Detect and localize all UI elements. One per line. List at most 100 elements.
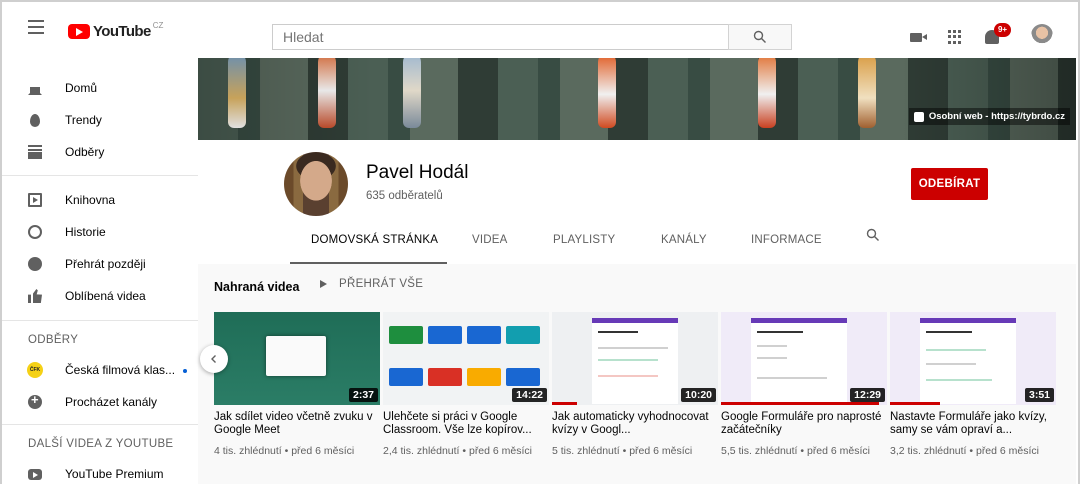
tab-about[interactable]: INFORMACE bbox=[751, 234, 822, 264]
sidebar-item-label: Česká filmová klas... bbox=[65, 363, 188, 377]
sidebar-item-label: Knihovna bbox=[65, 193, 116, 207]
thumbnail-art bbox=[757, 377, 827, 379]
tab-home[interactable]: DOMOVSKÁ STRÁNKA bbox=[311, 234, 438, 264]
video-duration: 14:22 bbox=[512, 388, 547, 402]
user-avatar[interactable] bbox=[1031, 24, 1053, 46]
sidebar-item-browse-channels[interactable]: Procházet kanály bbox=[2, 386, 198, 418]
sidebar-item-label: Domů bbox=[65, 81, 98, 95]
watch-progress bbox=[552, 402, 577, 405]
banner-decoration bbox=[758, 58, 776, 128]
video-meta: 5,5 tis. zhlédnutí • před 6 měsíci bbox=[721, 445, 870, 457]
subscriber-count: 635 odběratelů bbox=[366, 190, 443, 202]
search-input[interactable] bbox=[272, 24, 728, 50]
video-title[interactable]: Jak automaticky vyhodnocovat kvízy v Goo… bbox=[552, 411, 718, 437]
tab-channels[interactable]: KANÁLY bbox=[661, 234, 707, 264]
sidebar-item-liked-videos[interactable]: Oblíbená videa bbox=[2, 280, 198, 312]
logo-country-code: CZ bbox=[152, 21, 164, 30]
thumbnail-art bbox=[389, 326, 423, 344]
sidebar-item-home[interactable]: Domů bbox=[2, 72, 198, 104]
watch-progress bbox=[890, 402, 940, 405]
video-thumbnail[interactable]: 14:22 bbox=[383, 312, 549, 405]
banner-decoration bbox=[403, 58, 421, 128]
youtube-logo[interactable]: YouTube CZ bbox=[68, 21, 164, 40]
more-from-youtube-heading: DALŠÍ VIDEA Z YOUTUBE bbox=[28, 438, 174, 450]
browse-channels-icon bbox=[28, 392, 42, 409]
tab-playlists[interactable]: PLAYLISTY bbox=[553, 234, 615, 264]
sidebar-item-history[interactable]: Historie bbox=[2, 216, 198, 248]
thumbnail-art bbox=[592, 318, 678, 404]
video-thumbnail[interactable]: 2:37 bbox=[214, 312, 380, 405]
search-button[interactable] bbox=[728, 24, 792, 50]
sidebar-item-library[interactable]: Knihovna bbox=[2, 184, 198, 216]
video-title[interactable]: Ulehčete si práci v Google Classroom. Vš… bbox=[383, 411, 549, 437]
channel-avatar: ČFK bbox=[27, 362, 43, 378]
video-card: 10:20 Jak automaticky vyhodnocovat kvízy… bbox=[552, 312, 718, 457]
video-card: 14:22 Ulehčete si práci v Google Classro… bbox=[383, 312, 549, 457]
video-thumbnail[interactable]: 3:51 bbox=[890, 312, 1056, 405]
thumbnail-art bbox=[751, 318, 847, 404]
play-all-label: PŘEHRÁT VŠE bbox=[339, 278, 424, 290]
thumbnail-art bbox=[926, 331, 972, 333]
banner-decoration bbox=[858, 58, 876, 128]
video-meta: 2,4 tis. zhlédnutí • před 6 měsíci bbox=[383, 445, 532, 457]
video-thumbnail[interactable]: 10:20 bbox=[552, 312, 718, 405]
banner-website-link[interactable]: Osobní web - https://tybrdo.cz bbox=[908, 108, 1070, 125]
new-content-dot bbox=[183, 368, 188, 373]
sidebar-item-label: Trendy bbox=[65, 113, 102, 127]
trending-icon bbox=[30, 114, 40, 127]
thumbnail-art bbox=[506, 326, 540, 344]
video-duration: 10:20 bbox=[681, 388, 716, 402]
video-title[interactable]: Google Formuláře pro naprosté začátečník… bbox=[721, 411, 887, 437]
channel-name: Pavel Hodál bbox=[366, 162, 469, 183]
video-title[interactable]: Jak sdílet video včetně zvuku v Google M… bbox=[214, 411, 380, 437]
subscribe-button[interactable]: ODEBÍRAT bbox=[911, 168, 988, 200]
sidebar-item-ceska-filmova[interactable]: ČFK Česká filmová klas... bbox=[2, 354, 198, 386]
tab-videos[interactable]: VIDEA bbox=[472, 234, 508, 264]
thumbnail-art bbox=[598, 331, 638, 333]
video-duration: 3:51 bbox=[1024, 388, 1054, 402]
channel-page: Osobní web - https://tybrdo.cz Pavel Hod… bbox=[198, 58, 1076, 484]
shelf-title[interactable]: Nahraná videa bbox=[214, 280, 299, 294]
video-title[interactable]: Nastavte Formuláře jako kvízy, samy se v… bbox=[890, 411, 1056, 437]
sidebar: Domů Trendy Odběry Knihovna Historie Pře… bbox=[2, 58, 198, 484]
thumbnail-art bbox=[757, 331, 803, 333]
thumbnail-art bbox=[757, 345, 787, 347]
thumbnail-art bbox=[389, 368, 423, 386]
thumbnail-art bbox=[467, 368, 501, 386]
channel-search-icon[interactable] bbox=[866, 228, 880, 242]
video-meta: 4 tis. zhlédnutí • před 6 měsíci bbox=[214, 445, 355, 457]
banner-decoration bbox=[598, 58, 616, 128]
subscriptions-heading: ODBĚRY bbox=[28, 334, 79, 346]
sidebar-item-label: YouTube Premium bbox=[65, 467, 164, 481]
apps-grid-icon[interactable] bbox=[948, 30, 962, 44]
library-icon bbox=[28, 193, 42, 207]
sidebar-item-youtube-premium[interactable]: YouTube Premium bbox=[2, 458, 198, 484]
sidebar-divider bbox=[2, 424, 198, 425]
sidebar-item-subscriptions[interactable]: Odběry bbox=[2, 136, 198, 168]
youtube-premium-icon bbox=[28, 469, 42, 480]
active-tab-indicator bbox=[290, 262, 447, 264]
sidebar-divider bbox=[2, 320, 198, 321]
sidebar-item-label: Odběry bbox=[65, 145, 105, 159]
thumbnail-art bbox=[428, 368, 462, 386]
video-thumbnail[interactable]: 12:29 bbox=[721, 312, 887, 405]
chevron-left-icon bbox=[211, 355, 216, 363]
notifications-badge: 9+ bbox=[994, 23, 1011, 37]
create-video-icon[interactable] bbox=[910, 33, 927, 42]
sidebar-item-watch-later[interactable]: Přehrát později bbox=[2, 248, 198, 280]
sidebar-item-trending[interactable]: Trendy bbox=[2, 104, 198, 136]
thumbnail-art bbox=[920, 318, 1016, 404]
home-icon bbox=[28, 81, 42, 95]
shelf-previous-button[interactable] bbox=[200, 345, 228, 373]
hamburger-menu-icon[interactable] bbox=[28, 20, 44, 36]
banner-link-text: Osobní web - https://tybrdo.cz bbox=[928, 111, 1065, 122]
history-icon bbox=[28, 225, 42, 239]
youtube-play-icon bbox=[68, 24, 90, 39]
logo-text: YouTube bbox=[93, 23, 151, 40]
thumbnail-art bbox=[506, 368, 540, 386]
banner-decoration bbox=[228, 58, 246, 128]
video-card: 2:37 Jak sdílet video včetně zvuku v Goo… bbox=[214, 312, 380, 457]
watch-later-icon bbox=[28, 257, 42, 271]
play-icon bbox=[320, 280, 327, 288]
play-all-button[interactable]: PŘEHRÁT VŠE bbox=[320, 278, 423, 290]
